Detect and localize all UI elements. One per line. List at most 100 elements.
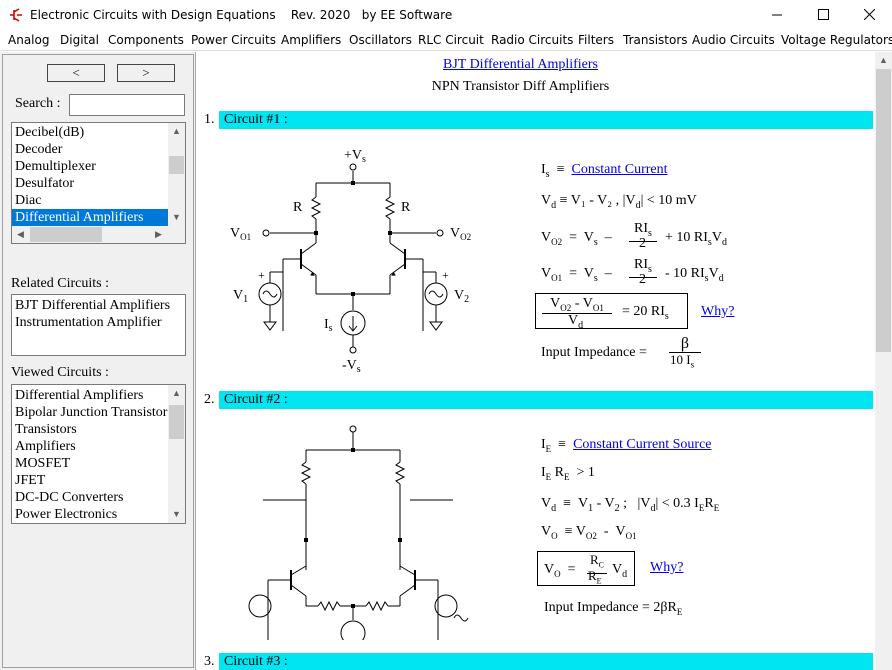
menu-amplifiers[interactable]: Amplifiers [281, 33, 341, 47]
list-item[interactable]: JFET [12, 472, 170, 489]
circuit-2-wiring [263, 499, 469, 622]
menu-bar: Analog Digital Components Power Circuits… [0, 30, 892, 51]
why-link-1[interactable]: Why? [701, 304, 734, 320]
eq-text: Input Impedance = [541, 345, 647, 360]
scroll-up-icon[interactable]: ▲ [168, 123, 185, 140]
scroll-thumb[interactable] [169, 156, 184, 174]
scroll-up-icon[interactable]: ▲ [875, 52, 892, 69]
menu-audio-circuits[interactable]: Audio Circuits [692, 33, 775, 47]
eq-text: Input Impedance = 2βR [544, 600, 677, 615]
eq-text: | < 10 mV [640, 193, 697, 208]
search-label: Search : [15, 96, 61, 111]
next-button[interactable]: > [117, 64, 175, 82]
list-item[interactable]: Amplifiers [12, 438, 170, 455]
svg-text:Is: Is [324, 317, 333, 334]
content-vscroll[interactable]: ▲ [875, 52, 892, 670]
r-label: R [293, 200, 303, 215]
v1-label: V [233, 288, 243, 303]
svg-text:VO1: VO1 [230, 226, 251, 242]
eq-text: = 20 RI [622, 304, 665, 319]
svg-text:+Vs: +Vs [344, 148, 366, 165]
list-item[interactable]: Power Electronics [12, 506, 170, 523]
scroll-thumb[interactable] [876, 69, 891, 352]
scroll-down-icon[interactable]: ▼ [168, 506, 185, 523]
circuit-label: Circuit #3 : [219, 653, 873, 670]
eq-sub: s [545, 168, 550, 180]
topic-list-vscroll[interactable]: ▲ ▼ [168, 123, 185, 226]
constant-current-source-link[interactable]: Constant Current Source [573, 437, 711, 452]
list-item[interactable]: Differential Amplifiers [12, 387, 170, 404]
close-button[interactable] [846, 0, 892, 30]
list-item[interactable]: Bipolar Junction Transistors [12, 404, 170, 421]
viewed-list[interactable]: Differential Amplifiers Bipolar Junction… [11, 384, 186, 524]
list-item[interactable]: Diac [12, 192, 170, 209]
vo-formula-box: VO = RC RE Vd [537, 551, 635, 586]
menu-voltage-regulators[interactable]: Voltage Regulators [781, 33, 892, 47]
circuit-1-schematic: +Vs R R VO1 VO2 V1 V2 Is -Vs + + [230, 148, 471, 375]
plus-sign: + [258, 268, 265, 282]
eq-text: 10 I [670, 352, 691, 367]
maximize-button[interactable] [800, 0, 846, 30]
title-bar: Electronic Circuits with Design Equation… [0, 0, 892, 30]
scroll-down-icon[interactable]: ▼ [168, 209, 185, 226]
eq-text: | < 0.3 I [655, 496, 699, 511]
v2-label: V [454, 288, 464, 303]
minimize-button[interactable] [754, 0, 800, 30]
eq-text: - 10 RI [665, 266, 705, 281]
svg-text:VO2: VO2 [450, 226, 471, 242]
why-link-2[interactable]: Why? [650, 560, 683, 576]
prev-button[interactable]: < [47, 64, 105, 82]
app-logo-icon [10, 8, 22, 22]
beta-symbol: β [669, 336, 701, 353]
list-item[interactable]: DC-DC Converters [12, 489, 170, 506]
list-item[interactable]: Transistors [12, 421, 170, 438]
scroll-right-icon[interactable]: ▶ [150, 226, 167, 243]
vo1-label: V [230, 226, 240, 241]
menu-rlc-circuit[interactable]: RLC Circuit [418, 33, 484, 47]
gain-formula-box: VO2 - VO1 Vd = 20 RIs [535, 293, 688, 331]
menu-oscillators[interactable]: Oscillators [349, 33, 412, 47]
sub-label: 2 [464, 294, 469, 305]
menu-analog[interactable]: Analog [8, 33, 49, 47]
topic-list-hscroll[interactable]: ◀ ▶ [12, 226, 185, 243]
eq-ie-re: IE RE > 1 [541, 465, 595, 482]
plus-sign: + [442, 268, 449, 282]
eq-ie: IE ≡ Constant Current Source [541, 437, 712, 454]
list-item[interactable]: Decibel(dB) [12, 124, 170, 141]
scroll-thumb[interactable] [169, 405, 184, 439]
scroll-thumb[interactable] [30, 227, 102, 242]
page-title-link[interactable]: BJT Differential Amplifiers [198, 57, 843, 73]
menu-digital[interactable]: Digital [60, 33, 99, 47]
menu-transistors[interactable]: Transistors [623, 33, 688, 47]
viewed-list-vscroll[interactable]: ▲ ▼ [168, 385, 185, 523]
list-item-selected[interactable]: Differential Amplifiers [12, 209, 170, 226]
list-item[interactable]: Demultiplexer [12, 158, 170, 175]
circuit-number: 1. [204, 112, 215, 127]
search-input[interactable] [69, 94, 185, 116]
menu-components[interactable]: Components [108, 33, 184, 47]
related-list[interactable]: BJT Differential Amplifiers Instrumentat… [11, 294, 186, 356]
list-item[interactable]: Decoder [12, 141, 170, 158]
equiv-sign: ≡ [556, 162, 565, 177]
eq-vo: VO ≡ VO2 - VO1 [541, 524, 637, 541]
menu-power-circuits[interactable]: Power Circuits [191, 33, 276, 47]
eq-text: + 10 RI [665, 230, 708, 245]
circuit-3-header: 3. Circuit #3 : [204, 653, 874, 670]
topic-list[interactable]: Decibel(dB) Decoder Demultiplexer Desulf… [11, 122, 186, 244]
eq-vd-2: Vd ≡ V1 - V2 ; |Vd| < 0.3 IERE [541, 496, 720, 514]
eq-text: ≡ V [564, 524, 586, 539]
vo2-label: V [450, 226, 460, 241]
list-item[interactable]: MOSFET [12, 455, 170, 472]
related-label: Related Circuits : [11, 276, 109, 291]
left-panel: < > Search : Decibel(dB) Decoder Demulti… [0, 52, 196, 670]
list-item[interactable]: Instrumentation Amplifier [12, 314, 185, 331]
scroll-up-icon[interactable]: ▲ [168, 385, 185, 402]
scroll-left-icon[interactable]: ◀ [12, 226, 29, 243]
menu-filters[interactable]: Filters [578, 33, 614, 47]
constant-current-link[interactable]: Constant Current [571, 162, 667, 177]
window-title: Electronic Circuits with Design Equation… [30, 8, 453, 22]
list-item[interactable]: Desulfator [12, 175, 170, 192]
list-item[interactable]: BJT Differential Amplifiers [12, 297, 185, 314]
menu-radio-circuits[interactable]: Radio Circuits [491, 33, 573, 47]
svg-text:V1: V1 [233, 288, 248, 305]
